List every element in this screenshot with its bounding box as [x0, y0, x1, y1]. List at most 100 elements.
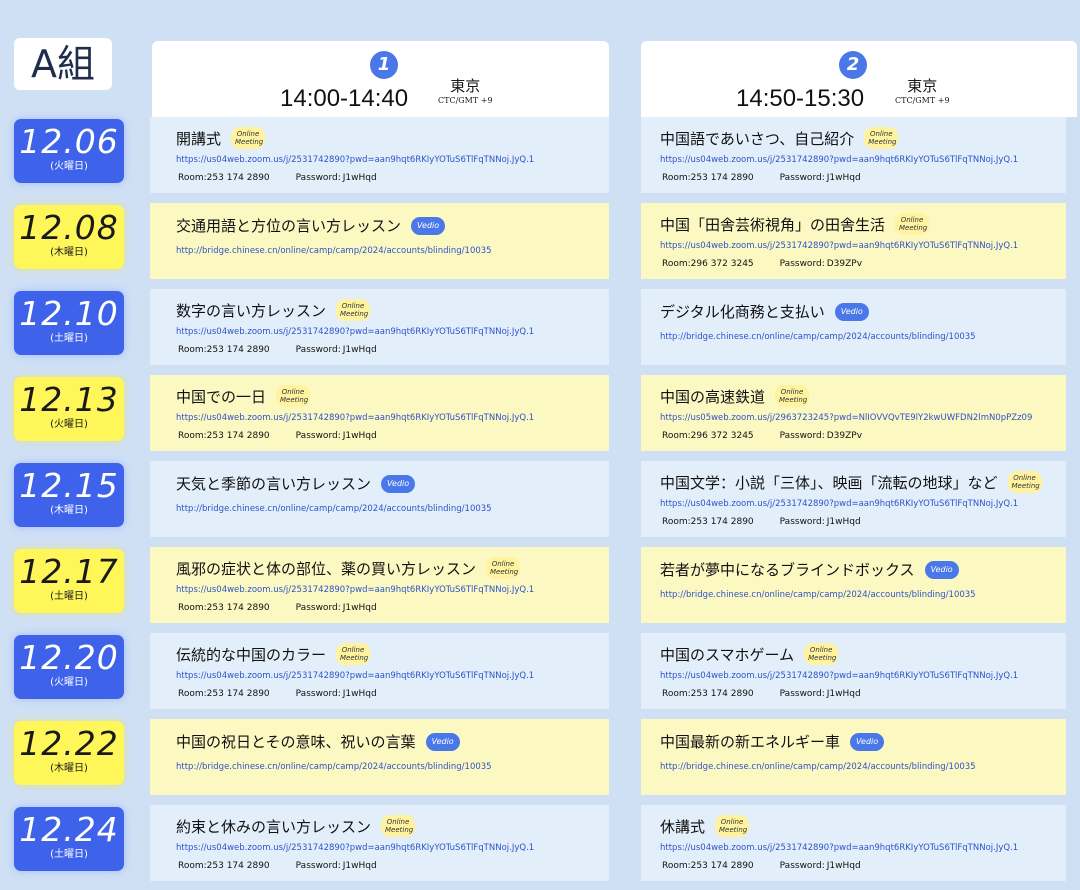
- password-value: J1wHqd: [342, 603, 377, 613]
- date-badge: 12.24 (土曜日): [14, 807, 124, 871]
- password-value: D39ZPv: [826, 431, 863, 441]
- session-credentials: Room:253 174 2890 Password: J1wHqd: [178, 431, 377, 441]
- session-link[interactable]: http://bridge.chinese.cn/online/camp/cam…: [660, 762, 976, 772]
- vedio-badge[interactable]: Vedio: [834, 302, 869, 321]
- session-link[interactable]: https://us04web.zoom.us/j/2531742890?pwd…: [176, 413, 534, 423]
- session-cell: 伝統的な中国のカラー Online Meeting https://us04web.…: [176, 633, 606, 709]
- vedio-badge[interactable]: Vedio: [924, 560, 959, 579]
- online-meeting-badge: Online Meeting: [276, 385, 311, 407]
- weekday-text: (土曜日): [50, 591, 88, 602]
- session-link[interactable]: https://us04web.zoom.us/j/2531742890?pwd…: [660, 843, 1018, 853]
- session-link[interactable]: http://bridge.chinese.cn/online/camp/cam…: [176, 504, 492, 514]
- session-credentials: Room:296 372 3245 Password: D39ZPv: [662, 259, 862, 269]
- session-link[interactable]: http://bridge.chinese.cn/online/camp/cam…: [660, 590, 976, 600]
- password-label: Password:: [779, 173, 825, 183]
- column-header-2: 2 14:50-15:30 東京 CTC/GMT +9: [641, 41, 1077, 117]
- session-link[interactable]: https://us04web.zoom.us/j/2531742890?pwd…: [660, 155, 1018, 165]
- password-field: Password: J1wHqd: [296, 431, 377, 441]
- session-link[interactable]: https://us04web.zoom.us/j/2531742890?pwd…: [176, 671, 534, 681]
- session-title-text: 中国最新の新エネルギー車: [660, 733, 841, 751]
- session-link[interactable]: https://us04web.zoom.us/j/2531742890?pwd…: [176, 327, 534, 337]
- session-title: 若者が夢中になるブラインドボックス Vedio: [660, 559, 959, 580]
- room-value: 253 174 2890: [206, 603, 270, 613]
- password-field: Password: D39ZPv: [780, 431, 862, 441]
- date-badge: 12.20 (火曜日): [14, 635, 124, 699]
- session-title: 中国最新の新エネルギー車 Vedio: [660, 731, 885, 752]
- room-label: Room:: [662, 259, 691, 269]
- password-value: J1wHqd: [342, 689, 377, 699]
- session-link[interactable]: https://us05web.zoom.us/j/2963723245?pwd…: [660, 413, 1032, 423]
- room-label: Room:: [178, 689, 207, 699]
- date-text: 12.22: [19, 724, 119, 763]
- session-link[interactable]: http://bridge.chinese.cn/online/camp/cam…: [176, 762, 492, 772]
- session-cell: 中国での一日 Online Meeting https://us04web.zoom…: [176, 375, 606, 451]
- session-cell: 中国語であいさつ、自己紹介 Online Meeting https://us04w…: [660, 117, 1060, 193]
- date-badge: 12.08 (木曜日): [14, 205, 124, 269]
- vedio-badge[interactable]: Vedio: [411, 216, 446, 235]
- password-label: Password:: [295, 431, 341, 441]
- weekday-text: (土曜日): [50, 333, 88, 344]
- vedio-badge[interactable]: Vedio: [850, 732, 885, 751]
- date-text: 12.24: [19, 810, 119, 849]
- session-link[interactable]: https://us04web.zoom.us/j/2531742890?pwd…: [176, 843, 534, 853]
- session-title-text: 交通用語と方位の言い方レッスン: [176, 217, 402, 235]
- session-link[interactable]: https://us04web.zoom.us/j/2531742890?pwd…: [660, 241, 1018, 251]
- date-text: 12.15: [19, 466, 119, 505]
- session-credentials: Room:296 372 3245 Password: D39ZPv: [662, 431, 862, 441]
- password-label: Password:: [779, 259, 825, 269]
- room-field: Room:253 174 2890: [662, 689, 754, 699]
- online-meeting-badge: Online Meeting: [231, 127, 266, 149]
- session-link[interactable]: https://us04web.zoom.us/j/2531742890?pwd…: [660, 671, 1018, 681]
- column-gap: [609, 461, 641, 537]
- password-value: J1wHqd: [342, 431, 377, 441]
- password-label: Password:: [779, 431, 825, 441]
- weekday-text: (火曜日): [50, 419, 88, 430]
- room-field: Room:253 174 2890: [662, 517, 754, 527]
- room-field: Room:296 372 3245: [662, 431, 754, 441]
- session-title-text: デジタル化商務と支払い: [660, 303, 825, 321]
- column-header-1: 1 14:00-14:40 東京 CTC/GMT +9: [152, 41, 609, 117]
- password-label: Password:: [295, 689, 341, 699]
- date-badge: 12.17 (土曜日): [14, 549, 124, 613]
- date-text: 12.06: [19, 122, 119, 161]
- session-title-text: 伝統的な中国のカラー: [176, 645, 327, 664]
- room-label: Room:: [178, 861, 207, 871]
- weekday-text: (火曜日): [50, 677, 88, 688]
- session-cell: 休講式 Online Meeting https://us04web.zoom.us…: [660, 805, 1060, 881]
- session-title: 天気と季節の言い方レッスン Vedio: [176, 473, 416, 494]
- session-title-text: 中国の祝日とその意味、祝いの言葉: [176, 733, 416, 751]
- room-value: 253 174 2890: [206, 861, 270, 871]
- schedule-row: 12.17 (土曜日) 風邪の症状と体の部位、薬の買い方レッスン Online Mee…: [0, 547, 1080, 623]
- session-link[interactable]: https://us04web.zoom.us/j/2531742890?pwd…: [176, 155, 534, 165]
- vedio-badge[interactable]: Vedio: [381, 474, 416, 493]
- session-link[interactable]: http://bridge.chinese.cn/online/camp/cam…: [176, 246, 492, 256]
- password-value: J1wHqd: [342, 861, 377, 871]
- password-label: Password:: [295, 861, 341, 871]
- session-link[interactable]: https://us04web.zoom.us/j/2531742890?pwd…: [176, 585, 534, 595]
- session-credentials: Room:253 174 2890 Password: J1wHqd: [178, 603, 377, 613]
- session-credentials: Room:253 174 2890 Password: J1wHqd: [178, 345, 377, 355]
- online-meeting-badge: Online Meeting: [895, 213, 930, 235]
- session-link[interactable]: http://bridge.chinese.cn/online/camp/cam…: [660, 332, 976, 342]
- schedule-row: 12.10 (土曜日) 数字の言い方レッスン Online Meeting https:…: [0, 289, 1080, 365]
- room-value: 253 174 2890: [206, 689, 270, 699]
- date-text: 12.17: [19, 552, 119, 591]
- date-badge: 12.13 (火曜日): [14, 377, 124, 441]
- online-meeting-badge: Online Meeting: [715, 815, 750, 837]
- password-field: Password: J1wHqd: [780, 689, 861, 699]
- column-gap: [609, 633, 641, 709]
- online-meeting-badge: Online Meeting: [336, 643, 371, 665]
- session-link[interactable]: https://us04web.zoom.us/j/2531742890?pwd…: [660, 499, 1018, 509]
- room-value: 296 372 3245: [690, 259, 754, 269]
- password-value: J1wHqd: [826, 173, 861, 183]
- session-title: 休講式 Online Meeting: [660, 815, 750, 837]
- session-title: 中国のスマホゲーム Online Meeting: [660, 643, 839, 665]
- session-title: 約束と休みの言い方レッスン Online Meeting: [176, 815, 416, 837]
- timezone-offset: CTC/GMT +9: [895, 96, 950, 105]
- timezone: 東京 CTC/GMT +9: [438, 79, 493, 105]
- password-value: D39ZPv: [826, 259, 863, 269]
- date-badge: 12.10 (土曜日): [14, 291, 124, 355]
- session-credentials: Room:253 174 2890 Password: J1wHqd: [178, 861, 377, 871]
- vedio-badge[interactable]: Vedio: [425, 732, 460, 751]
- schedule-row: 12.22 (木曜日) 中国の祝日とその意味、祝いの言葉 Vedio http://br…: [0, 719, 1080, 795]
